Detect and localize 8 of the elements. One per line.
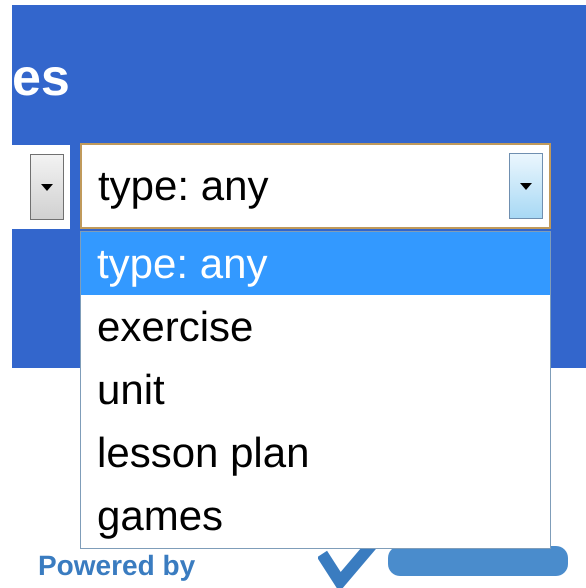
dropdown-button[interactable] <box>30 154 64 220</box>
footer-text: Powered by <box>38 552 196 580</box>
page-heading: es <box>12 52 70 104</box>
caret-icon <box>41 184 53 190</box>
dropdown-button[interactable] <box>509 153 543 219</box>
caret-icon <box>520 182 532 190</box>
type-select[interactable]: type: any <box>80 143 551 229</box>
select-field[interactable] <box>12 145 70 229</box>
